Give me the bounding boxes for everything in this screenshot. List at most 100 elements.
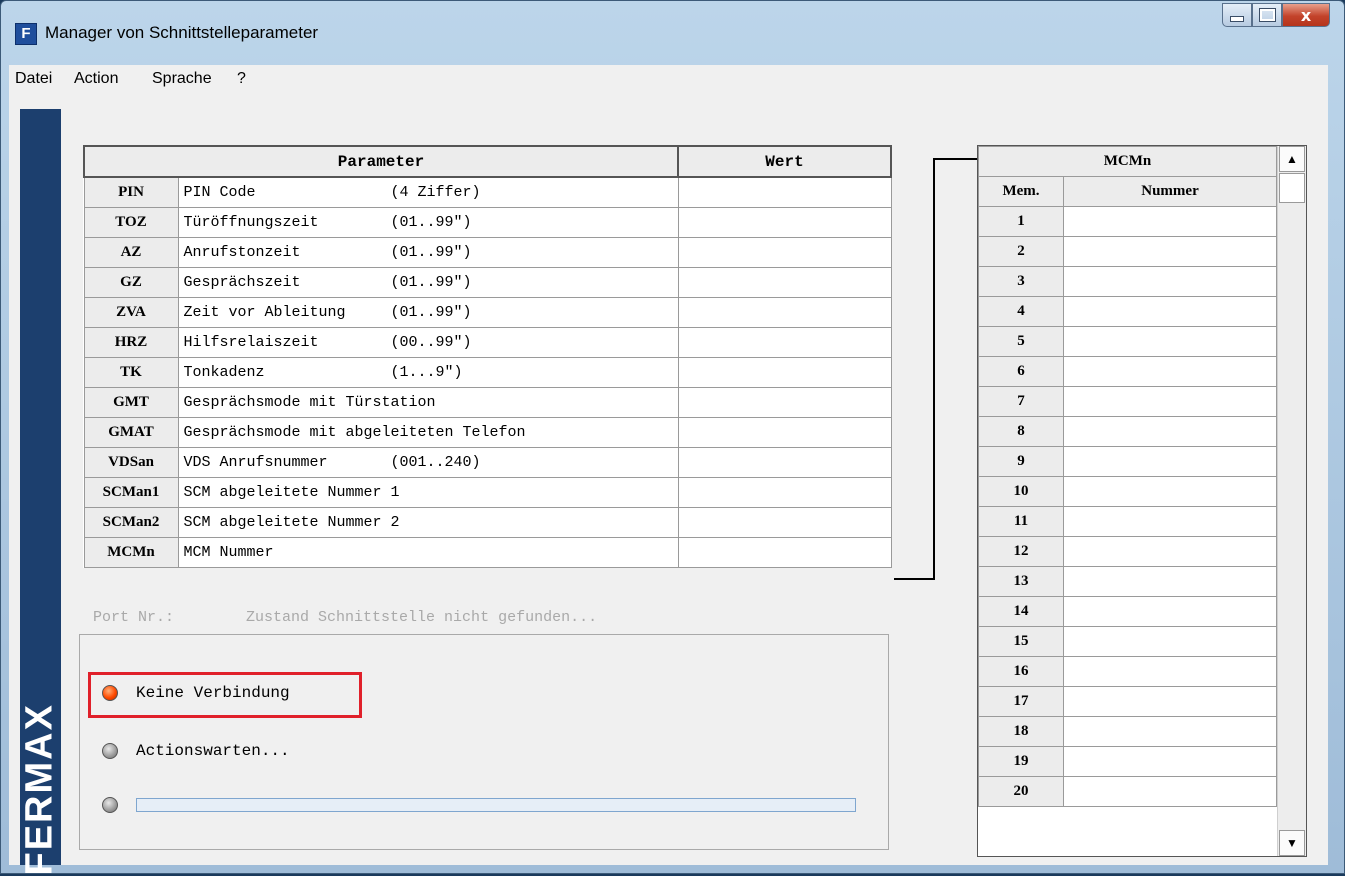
parameter-row: GMT Gesprächsmode mit Türstation bbox=[83, 387, 892, 418]
mcm-row: 13 bbox=[978, 566, 1277, 597]
scroll-down-button[interactable]: ▼ bbox=[1279, 830, 1305, 856]
menu-action[interactable]: Action bbox=[74, 70, 118, 88]
number-cell[interactable] bbox=[1063, 596, 1277, 627]
parameter-value-cell[interactable] bbox=[677, 537, 892, 568]
parameter-value-cell[interactable] bbox=[677, 267, 892, 298]
parameter-row: GMAT Gesprächsmode mit abgeleiteten Telef… bbox=[83, 417, 892, 448]
number-cell[interactable] bbox=[1063, 656, 1277, 687]
mcm-row: 19 bbox=[978, 746, 1277, 777]
action-label: Actionswarten... bbox=[136, 742, 290, 760]
status-panel: Keine Verbindung Actionswarten... bbox=[79, 634, 889, 850]
number-cell[interactable] bbox=[1063, 326, 1277, 357]
port-status: Port Nr.: Zustand Schnittstelle nicht ge… bbox=[93, 609, 598, 626]
connection-highlight bbox=[88, 672, 362, 718]
parameter-row: TK Tonkadenz (1...9") bbox=[83, 357, 892, 388]
close-button[interactable]: x bbox=[1282, 3, 1330, 27]
parameter-code: HRZ bbox=[83, 327, 179, 358]
mcm-table: MCMn Mem. Nummer 1 2 3 4 5 6 7 8 9 10 11 12 13 14 15 16… bbox=[978, 146, 1277, 807]
parameter-description: Anrufstonzeit (01..99") bbox=[177, 237, 679, 268]
mcm-row: 14 bbox=[978, 596, 1277, 627]
progress-row bbox=[102, 797, 856, 813]
parameter-value-cell[interactable] bbox=[677, 507, 892, 538]
menu-datei[interactable]: Datei bbox=[15, 70, 52, 88]
parameter-row: HRZ Hilfsrelaiszeit (00..99") bbox=[83, 327, 892, 358]
number-cell[interactable] bbox=[1063, 776, 1277, 807]
action-led-icon bbox=[102, 743, 118, 759]
maximize-button[interactable] bbox=[1252, 3, 1282, 27]
number-cell[interactable] bbox=[1063, 206, 1277, 237]
mcm-panel: MCMn Mem. Nummer 1 2 3 4 5 6 7 8 9 10 11 12 13 14 15 16… bbox=[977, 145, 1307, 857]
number-cell[interactable] bbox=[1063, 296, 1277, 327]
parameter-value-cell[interactable] bbox=[677, 297, 892, 328]
parameter-code: TK bbox=[83, 357, 179, 388]
menu-bar: Datei Action Sprache ? bbox=[9, 65, 1328, 94]
parameter-code: AZ bbox=[83, 237, 179, 268]
menu-sprache[interactable]: Sprache bbox=[152, 70, 212, 88]
close-icon: x bbox=[1300, 5, 1312, 25]
number-cell[interactable] bbox=[1063, 266, 1277, 297]
number-cell[interactable] bbox=[1063, 536, 1277, 567]
parameter-value-cell[interactable] bbox=[677, 176, 892, 208]
parameter-description: SCM abgeleitete Nummer 1 bbox=[177, 477, 679, 508]
mcm-row: 17 bbox=[978, 686, 1277, 717]
number-cell[interactable] bbox=[1063, 236, 1277, 267]
parameter-code: SCMan2 bbox=[83, 507, 179, 538]
mcm-row: 18 bbox=[978, 716, 1277, 747]
menu-help[interactable]: ? bbox=[237, 70, 246, 88]
parameter-description: VDS Anrufsnummer (001..240) bbox=[177, 447, 679, 478]
parameter-value-cell[interactable] bbox=[677, 387, 892, 418]
number-cell[interactable] bbox=[1063, 506, 1277, 537]
number-cell[interactable] bbox=[1063, 686, 1277, 717]
parameter-value-cell[interactable] bbox=[677, 447, 892, 478]
mem-index: 18 bbox=[978, 716, 1064, 747]
mem-index: 9 bbox=[978, 446, 1064, 477]
number-cell[interactable] bbox=[1063, 386, 1277, 417]
minimize-button[interactable] bbox=[1222, 3, 1252, 27]
number-cell[interactable] bbox=[1063, 356, 1277, 387]
progress-bar bbox=[136, 798, 856, 812]
app-icon: F bbox=[15, 23, 37, 45]
parameter-code: TOZ bbox=[83, 207, 179, 238]
parameter-value-cell[interactable] bbox=[677, 417, 892, 448]
mcm-row: 9 bbox=[978, 446, 1277, 477]
mem-index: 1 bbox=[978, 206, 1064, 237]
scroll-thumb[interactable] bbox=[1279, 173, 1305, 203]
parameter-code: MCMn bbox=[83, 537, 179, 568]
number-cell[interactable] bbox=[1063, 446, 1277, 477]
window-controls: x bbox=[1222, 3, 1330, 27]
parameter-value-cell[interactable] bbox=[677, 477, 892, 508]
brand-strip: FERMAX bbox=[19, 109, 61, 876]
parameter-code: GMAT bbox=[83, 417, 179, 448]
parameter-value-cell[interactable] bbox=[677, 207, 892, 238]
mem-index: 7 bbox=[978, 386, 1064, 417]
parameter-code: GMT bbox=[83, 387, 179, 418]
title-bar: F Manager von Schnittstelleparameter x bbox=[1, 1, 1344, 65]
mem-index: 14 bbox=[978, 596, 1064, 627]
progress-led-icon bbox=[102, 797, 118, 813]
mem-index: 16 bbox=[978, 656, 1064, 687]
parameter-description: Gesprächsmode mit Türstation bbox=[177, 387, 679, 418]
parameter-value-cell[interactable] bbox=[677, 357, 892, 388]
mem-index: 12 bbox=[978, 536, 1064, 567]
number-cell[interactable] bbox=[1063, 566, 1277, 597]
parameter-header: Parameter bbox=[83, 145, 679, 178]
mem-index: 17 bbox=[978, 686, 1064, 717]
parameter-row: SCMan2 SCM abgeleitete Nummer 2 bbox=[83, 507, 892, 538]
mcm-row: 8 bbox=[978, 416, 1277, 447]
parameter-value-cell[interactable] bbox=[677, 237, 892, 268]
arrow-up-icon: ▲ bbox=[1286, 152, 1298, 166]
number-cell[interactable] bbox=[1063, 626, 1277, 657]
parameter-description: Türöffnungszeit (01..99") bbox=[177, 207, 679, 238]
number-cell[interactable] bbox=[1063, 746, 1277, 777]
window-title: Manager von Schnittstelleparameter bbox=[45, 23, 319, 42]
parameter-value-cell[interactable] bbox=[677, 327, 892, 358]
mem-index: 3 bbox=[978, 266, 1064, 297]
number-cell[interactable] bbox=[1063, 716, 1277, 747]
mcm-row: 5 bbox=[978, 326, 1277, 357]
scroll-up-button[interactable]: ▲ bbox=[1279, 146, 1305, 172]
number-cell[interactable] bbox=[1063, 476, 1277, 507]
mcm-row: 2 bbox=[978, 236, 1277, 267]
number-cell[interactable] bbox=[1063, 416, 1277, 447]
mcm-scrollbar[interactable]: ▲ ▼ bbox=[1277, 146, 1306, 856]
parameter-description: Gesprächsmode mit abgeleiteten Telefon bbox=[177, 417, 679, 448]
